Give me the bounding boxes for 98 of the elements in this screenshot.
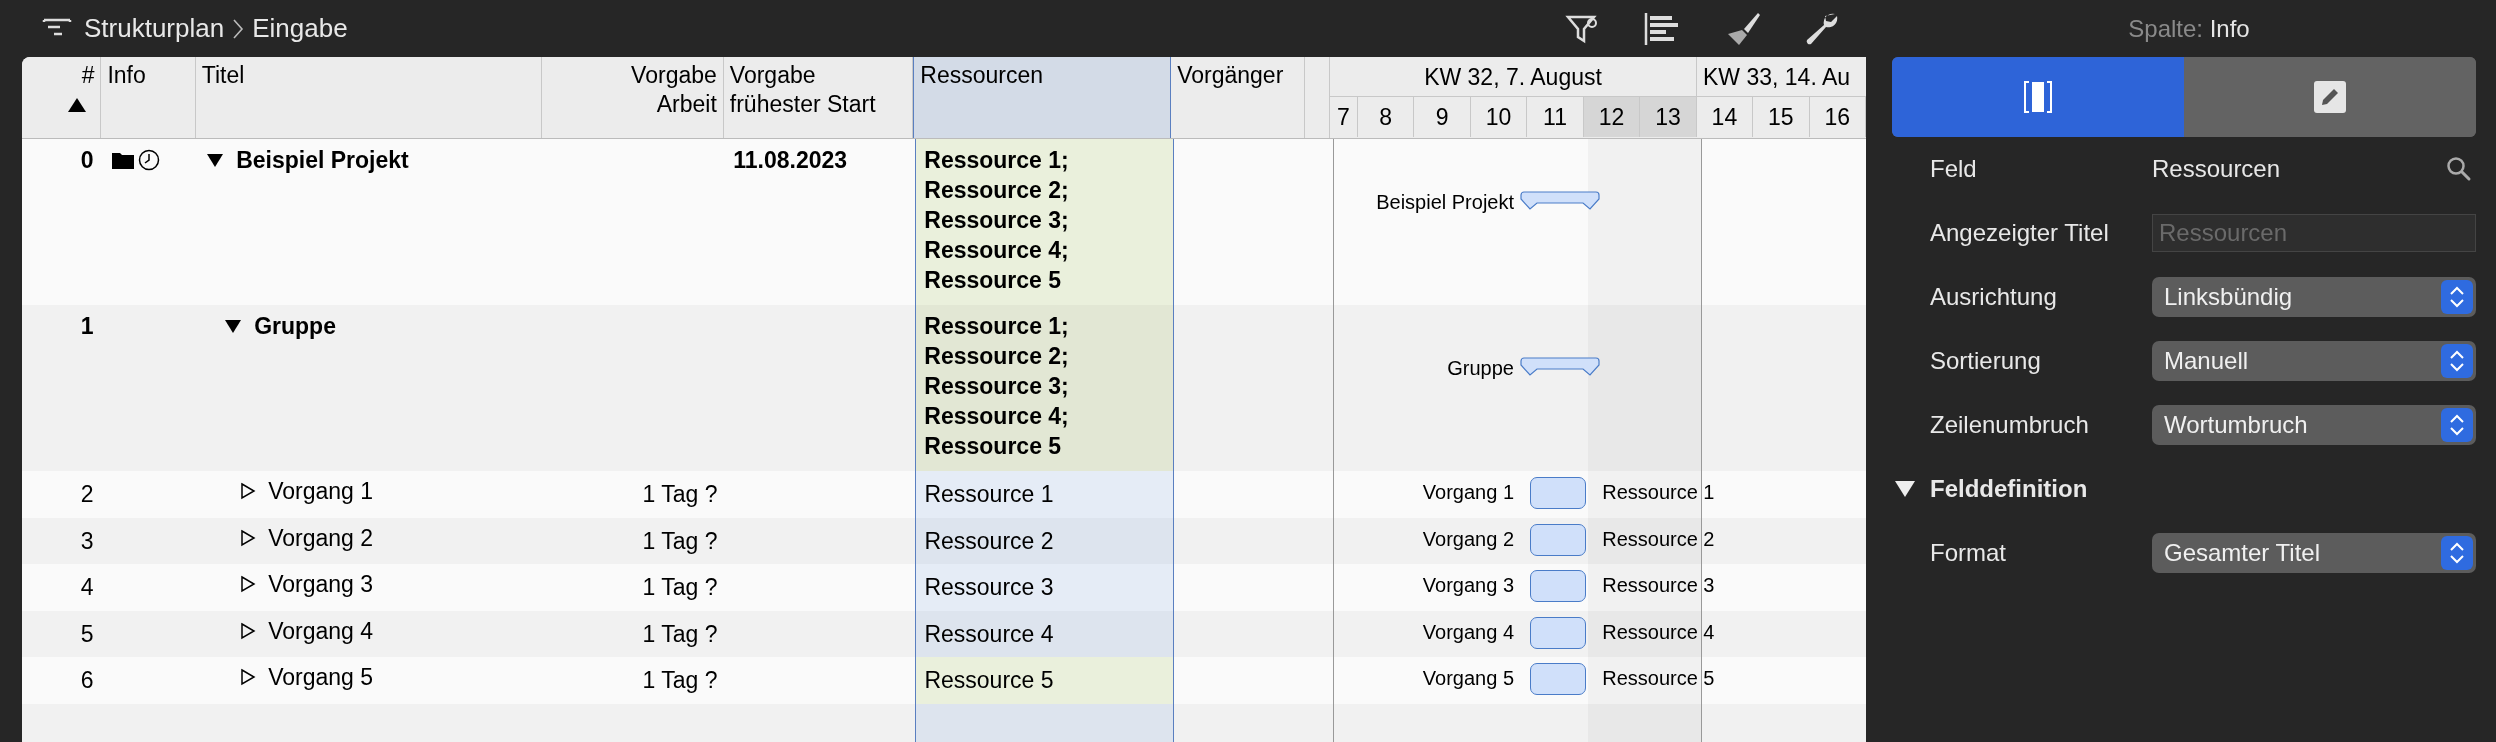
collapse-triangle-icon[interactable] — [206, 151, 225, 169]
task-title: Vorgang 4 — [268, 616, 374, 646]
resource-cell: Ressource 4 — [915, 610, 1174, 657]
day-header: 16 — [1809, 97, 1866, 137]
inspector-title-label: Spalte: — [2128, 14, 2203, 42]
clock-icon — [137, 149, 160, 171]
row-number: 5 — [80, 619, 94, 649]
popup-button[interactable]: Gesamter Titel — [2152, 533, 2476, 573]
day-header: 11 — [1527, 97, 1584, 137]
day-header: 7 — [1330, 97, 1358, 137]
sort-ascending-icon — [68, 98, 87, 112]
column-icon — [2023, 80, 2053, 114]
row-number: 1 — [80, 312, 94, 341]
row-number: 0 — [80, 146, 94, 175]
gantt-resource-label: Ressource 4 — [1602, 620, 1715, 644]
task-bar[interactable] — [1530, 477, 1587, 509]
row-number: 6 — [80, 666, 94, 695]
popup-button[interactable]: Wortumbruch — [2152, 405, 2476, 445]
gantt-bar-label: Vorgang 2 — [1422, 527, 1515, 551]
resource-cell: Ressource 1; Ressource 2; Ressource 3; Ressource 4; Ressource 5 — [915, 139, 1174, 305]
gantt-resource-label: Ressource 2 — [1602, 527, 1715, 551]
column-header[interactable]: Info — [101, 57, 196, 138]
segment-tab[interactable] — [1892, 57, 2184, 137]
expand-triangle-icon[interactable] — [238, 575, 257, 593]
breadcrumb-item[interactable]: Strukturplan — [84, 13, 225, 44]
gantt-bar-label: Beispiel Projekt — [1376, 191, 1514, 214]
gantt-resource-label: Ressource 3 — [1602, 574, 1715, 597]
day-header: 15 — [1753, 97, 1810, 137]
day-header: 10 — [1470, 97, 1528, 137]
task-title: Beispiel Projekt — [236, 146, 409, 175]
segment-tab[interactable] — [2184, 57, 2476, 137]
task-title: Vorgang 5 — [268, 663, 374, 692]
start-date: 11.08.2023 — [733, 146, 848, 175]
day-header: 8 — [1357, 97, 1415, 137]
column-header[interactable]: Ressourcen — [913, 57, 1172, 138]
resource-cell: Ressource 1; Ressource 2; Ressource 3; Ressource 4; Ressource 5 — [915, 305, 1174, 471]
pencil-icon — [2314, 81, 2346, 113]
task-title: Gruppe — [254, 312, 336, 341]
collapse-triangle-icon[interactable] — [224, 317, 243, 335]
column-header[interactable]: Titel — [195, 57, 542, 138]
expand-triangle-icon[interactable] — [238, 482, 257, 500]
resource-cell: Ressource 5 — [915, 657, 1174, 704]
inspector-title-value: Info — [2209, 14, 2250, 42]
week-header: KW 33, 14. Au — [1697, 57, 1866, 97]
field-label: Sortierung — [1929, 347, 2042, 375]
expand-triangle-icon[interactable] — [238, 621, 257, 640]
popup-button[interactable]: Manuell — [2152, 341, 2476, 381]
day-header: 12 — [1583, 97, 1641, 137]
task-bar[interactable] — [1530, 523, 1587, 556]
field-label: Format — [1929, 539, 2007, 567]
stepper-arrows-icon — [2441, 408, 2473, 442]
section-title: Felddefinition — [1930, 475, 2088, 503]
work-value: 1 Tag ? — [642, 480, 718, 509]
gantt-bar-label: Vorgang 4 — [1422, 620, 1515, 644]
expand-triangle-icon[interactable] — [238, 668, 257, 686]
column-header[interactable]: # — [22, 57, 102, 138]
field-label: Zeilenumbruch — [1929, 411, 2090, 439]
gantt-bar-label: Gruppe — [1447, 357, 1514, 380]
column-header[interactable]: Vorgänger — [1171, 57, 1306, 138]
field-label: Ausrichtung — [1929, 283, 2058, 311]
task-bar[interactable] — [1530, 663, 1587, 695]
title-input-field[interactable]: Ressourcen — [2152, 214, 2476, 252]
gantt-bar-label: Vorgang 5 — [1422, 667, 1515, 690]
task-title: Vorgang 1 — [268, 477, 374, 506]
work-value: 1 Tag ? — [642, 573, 718, 602]
task-title: Vorgang 3 — [268, 570, 374, 599]
day-header: 14 — [1696, 97, 1754, 137]
stepper-arrows-icon — [2441, 280, 2473, 314]
task-bar[interactable] — [1530, 570, 1587, 602]
collapse-triangle-icon[interactable] — [1894, 479, 1916, 499]
field-label: Angezeigter Titel — [1929, 219, 2110, 247]
popup-button[interactable]: Linksbündig — [2152, 277, 2476, 317]
stepper-arrows-icon — [2441, 536, 2473, 570]
breadcrumb-item[interactable]: Eingabe — [252, 13, 348, 44]
field-label: Feld — [1929, 155, 1978, 183]
column-header[interactable]: Vorgabe Arbeit — [541, 57, 724, 138]
row-number: 2 — [80, 480, 94, 509]
work-value: 1 Tag ? — [642, 619, 718, 649]
gantt-resource-label: Ressource 5 — [1602, 667, 1715, 690]
expand-triangle-icon[interactable] — [238, 528, 257, 547]
task-title: Vorgang 2 — [268, 523, 374, 553]
task-bar[interactable] — [1530, 616, 1587, 649]
resource-cell: Ressource 1 — [915, 471, 1174, 518]
resource-cell: Ressource 2 — [915, 517, 1174, 564]
work-value: 1 Tag ? — [642, 526, 718, 556]
row-number: 3 — [80, 526, 94, 556]
work-value: 1 Tag ? — [642, 666, 718, 695]
search-icon[interactable] — [2446, 156, 2472, 182]
gantt-bar-label: Vorgang 1 — [1422, 481, 1515, 504]
day-header: 9 — [1414, 97, 1471, 137]
stepper-arrows-icon — [2441, 344, 2473, 378]
row-number: 4 — [80, 573, 94, 602]
folder-icon — [111, 151, 134, 169]
gantt-resource-label: Ressource 1 — [1602, 481, 1715, 504]
gantt-bar-label: Vorgang 3 — [1422, 574, 1515, 597]
resource-cell: Ressource 3 — [915, 564, 1174, 611]
day-header: 13 — [1640, 97, 1697, 137]
field-value: Ressourcen — [2152, 155, 2282, 183]
